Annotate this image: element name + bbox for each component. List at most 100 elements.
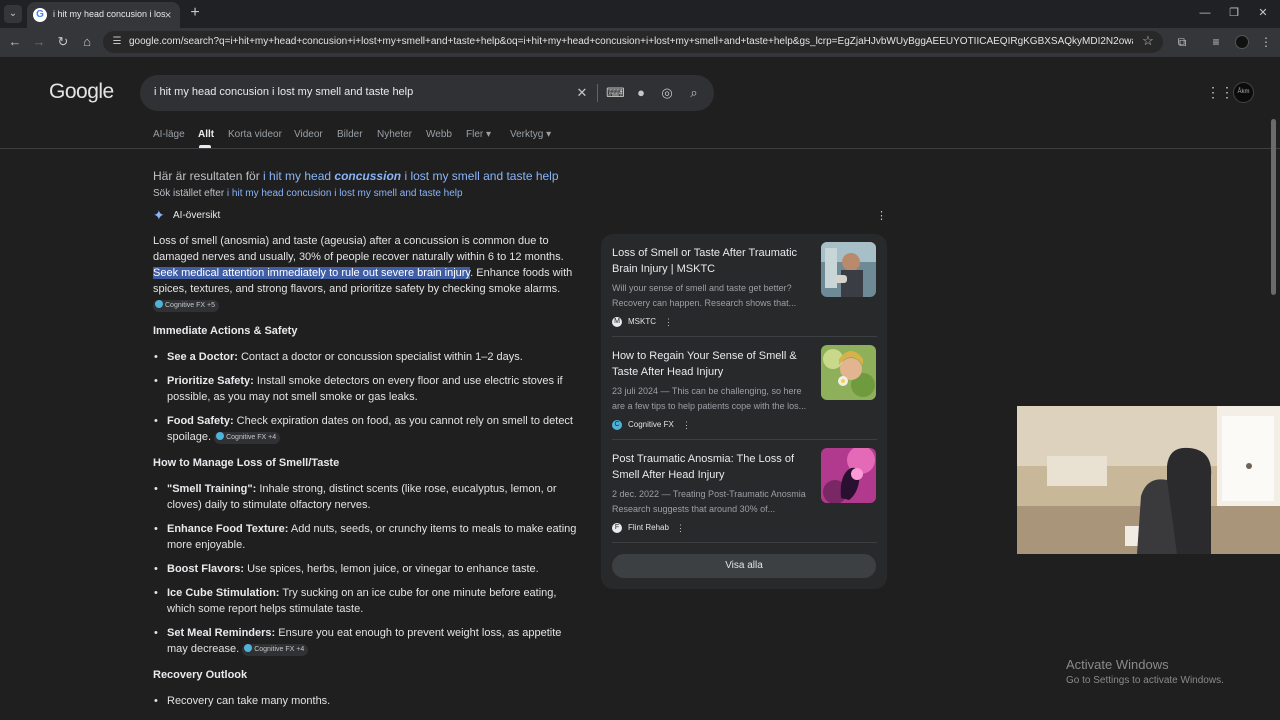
restore-icon[interactable]: ❐ xyxy=(1227,6,1241,20)
home-icon[interactable]: ⌂ xyxy=(79,34,95,50)
tab-more[interactable]: Fler ▾ xyxy=(466,129,491,140)
media-controls-icon[interactable]: ≡ xyxy=(1208,34,1224,50)
search-box[interactable]: i hit my head concusion i lost my smell … xyxy=(140,75,714,111)
source-card[interactable]: How to Regain Your Sense of Smell & Tast… xyxy=(612,345,877,444)
source-more-icon[interactable]: ⋮ xyxy=(682,419,691,431)
section-title-recovery: Recovery Outlook xyxy=(153,669,248,681)
search-input[interactable]: i hit my head concusion i lost my smell … xyxy=(154,86,413,98)
correction-prefix: Här är resultaten för xyxy=(153,169,264,183)
chevron-down-icon: ▾ xyxy=(546,129,552,140)
citation-chip[interactable]: Cognitive FX +4 xyxy=(242,644,309,656)
source-more-icon[interactable]: ⋮ xyxy=(676,522,685,534)
source-title[interactable]: Loss of Smell or Taste After Traumatic B… xyxy=(612,245,810,277)
google-apps-icon[interactable]: ⋮⋮ xyxy=(1206,84,1234,100)
list-item: See a Doctor: Contact a doctor or concus… xyxy=(153,349,578,365)
corrected-query-link[interactable]: i hit my head concussion i lost my smell… xyxy=(263,169,558,183)
tab-web[interactable]: Webb xyxy=(426,129,452,140)
manage-loss-list: "Smell Training": Inhale strong, distinc… xyxy=(153,481,578,657)
tab-ai-mode[interactable]: AI-läge xyxy=(153,129,185,140)
activate-subtitle: Go to Settings to activate Windows. xyxy=(1066,675,1224,686)
source-card[interactable]: Post Traumatic Anosmia: The Loss of Smel… xyxy=(612,448,877,547)
corrected-query-part1: i hit my head xyxy=(263,169,335,183)
list-item-text: Use spices, herbs, lemon juice, or vineg… xyxy=(244,563,539,575)
back-icon[interactable]: ← xyxy=(7,34,23,50)
ai-overview-body: Loss of smell (anosmia) and taste (ageus… xyxy=(153,233,578,717)
tab-news[interactable]: Nyheter xyxy=(377,129,412,140)
list-item: "Smell Training": Inhale strong, distinc… xyxy=(153,481,578,513)
ai-intro-text-1: Loss of smell (anosmia) and taste (ageus… xyxy=(153,235,564,263)
tab-close-icon[interactable]: × xyxy=(161,8,175,22)
list-item-text: Contact a doctor or concussion specialis… xyxy=(237,351,523,363)
chevron-down-icon: ▾ xyxy=(486,129,492,140)
ai-overview-label: AI-översikt xyxy=(173,210,221,221)
search-results-page: Google i hit my head concusion i lost my… xyxy=(0,57,1280,720)
site-info-icon[interactable]: ☰ xyxy=(111,36,123,48)
address-bar[interactable]: ☰ google.com/search?q=i+hit+my+head+conc… xyxy=(103,31,1163,53)
lens-camera-icon[interactable]: ◎ xyxy=(659,85,675,101)
cognitive-fx-icon xyxy=(155,300,163,308)
search-icon[interactable]: ⌕ xyxy=(686,85,702,101)
tab-all[interactable]: Allt xyxy=(198,129,214,140)
tab-tools[interactable]: Verktyg ▾ xyxy=(510,129,551,140)
account-avatar[interactable]: Åkm xyxy=(1233,82,1254,103)
url-text[interactable]: google.com/search?q=i+hit+my+head+concus… xyxy=(129,36,1133,47)
list-item-bold: Boost Flavors: xyxy=(167,563,245,575)
source-site-name: MSKTC xyxy=(628,317,656,326)
keyboard-icon[interactable]: ⌨ xyxy=(606,85,625,101)
list-item-text: Recovery can take many months. xyxy=(167,695,331,707)
msktc-icon: M xyxy=(612,317,622,327)
bookmark-star-icon[interactable]: ☆ xyxy=(1141,34,1155,48)
source-snippet: Will your sense of smell and taste get b… xyxy=(612,283,797,308)
source-snippet: 2 dec. 2022 — Treating Post-Traumatic An… xyxy=(612,489,806,514)
list-item: Boost Flavors: Use spices, herbs, lemon … xyxy=(153,561,578,577)
source-title[interactable]: How to Regain Your Sense of Smell & Tast… xyxy=(612,348,810,380)
immediate-actions-list: See a Doctor: Contact a doctor or concus… xyxy=(153,349,578,445)
ai-sources-panel: Loss of Smell or Taste After Traumatic B… xyxy=(601,234,887,589)
source-thumbnail xyxy=(821,242,876,297)
microphone-icon[interactable]: ● xyxy=(633,85,649,101)
extensions-icon[interactable]: ⧉ xyxy=(1174,34,1190,50)
reload-icon[interactable]: ↻ xyxy=(55,34,71,50)
google-favicon-icon: G xyxy=(33,8,47,22)
new-tab-button[interactable]: + xyxy=(187,5,203,21)
cognitive-fx-icon xyxy=(216,432,225,440)
source-site-name: Flint Rehab xyxy=(628,523,669,532)
source-card[interactable]: Loss of Smell or Taste After Traumatic B… xyxy=(612,242,877,341)
forward-icon[interactable]: → xyxy=(31,34,47,50)
search-instead: Sök istället efter i hit my head concusi… xyxy=(153,188,463,199)
source-thumbnail xyxy=(821,345,876,400)
page-scrollbar[interactable] xyxy=(1271,119,1276,295)
google-logo[interactable]: Google xyxy=(49,80,114,104)
tab-search-icon[interactable]: ⌄ xyxy=(4,5,22,23)
original-query-link[interactable]: i hit my head concusion i lost my smell … xyxy=(227,188,463,199)
search-instead-prefix: Sök istället efter xyxy=(153,188,227,199)
header-divider xyxy=(0,148,1280,149)
citation-chip[interactable]: Cognitive FX +4 xyxy=(214,432,281,444)
list-item: Enhance Food Texture: Add nuts, seeds, o… xyxy=(153,521,578,553)
show-all-button[interactable]: Visa alla xyxy=(612,554,876,578)
tab-short-videos[interactable]: Korta videor xyxy=(228,129,282,140)
close-window-icon[interactable]: ✕ xyxy=(1256,6,1270,20)
tab-title: i hit my head concusion i lost my smell … xyxy=(53,9,165,19)
source-more-icon[interactable]: ⋮ xyxy=(664,316,673,328)
menu-dots-icon[interactable]: ⋮ xyxy=(1258,34,1274,50)
activate-title: Activate Windows xyxy=(1066,657,1169,672)
profile-icon[interactable] xyxy=(1235,35,1249,49)
list-item: Prioritize Safety: Install smoke detecto… xyxy=(153,373,578,405)
tab-videos[interactable]: Videor xyxy=(294,129,323,140)
citation-chip[interactable]: Cognitive FX +5 xyxy=(153,300,219,312)
ai-intro-highlight: Seek medical attention immediately to ru… xyxy=(153,267,471,279)
windows-activation-watermark: Activate Windows Go to Settings to activ… xyxy=(1066,657,1224,686)
clear-icon[interactable]: ✕ xyxy=(574,85,590,101)
source-thumbnail xyxy=(821,448,876,503)
minimize-icon[interactable]: — xyxy=(1198,6,1212,20)
ai-sparkle-icon: ✦ xyxy=(153,207,165,223)
cognitive-fx-icon xyxy=(244,644,253,652)
spelling-correction: Här är resultaten för i hit my head conc… xyxy=(153,169,559,183)
browser-tab[interactable]: G i hit my head concusion i lost my smel… xyxy=(27,2,180,28)
ai-overview-more-icon[interactable]: ⋮ xyxy=(876,209,887,223)
list-item-bold: Prioritize Safety: xyxy=(167,375,254,387)
list-item-bold: Ice Cube Stimulation: xyxy=(167,587,280,599)
source-title[interactable]: Post Traumatic Anosmia: The Loss of Smel… xyxy=(612,451,810,483)
tab-images[interactable]: Bilder xyxy=(337,129,363,140)
